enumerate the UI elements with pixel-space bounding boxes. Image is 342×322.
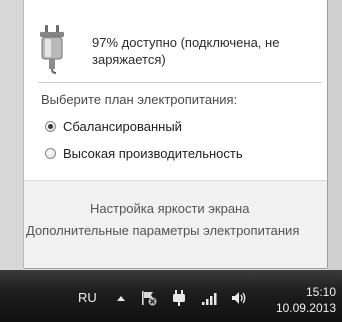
- battery-status-line-2: заряжается): [92, 52, 166, 67]
- language-indicator[interactable]: RU: [78, 290, 97, 305]
- battery-status-line-1: 97% доступно (подключена, не: [92, 35, 280, 50]
- clock-time: 15:10: [305, 285, 336, 299]
- divider: [38, 82, 322, 83]
- plan-option-label[interactable]: Сбалансированный: [63, 119, 182, 134]
- plan-option-balanced[interactable]: Сбалансированный: [45, 117, 182, 135]
- power-plug-icon[interactable]: [170, 289, 188, 307]
- show-hidden-icons-arrow-icon[interactable]: [114, 292, 128, 304]
- plan-option-label[interactable]: Высокая производительность: [63, 146, 243, 161]
- power-plan-heading: Выберите план электропитания:: [41, 92, 238, 107]
- clock-date: 10.09.2013: [275, 301, 336, 315]
- battery-status: 97% доступно (подключена, не заряжается): [24, 0, 327, 82]
- more-power-options-link[interactable]: Дополнительные параметры электропитания: [26, 223, 299, 238]
- flyout-links-area: Настройка яркости экрана Дополнительные …: [24, 180, 327, 268]
- battery-plug-icon: [40, 25, 64, 74]
- network-signal-icon[interactable]: [200, 289, 218, 307]
- taskbar-clock[interactable]: 15:10 10.09.2013: [272, 284, 336, 316]
- taskbar: RU 15:10 10.09.2013: [0, 270, 342, 322]
- desktop-background-left: [0, 0, 24, 270]
- desktop-background-right: [327, 0, 342, 270]
- battery-status-text: 97% доступно (подключена, не заряжается): [92, 34, 320, 68]
- radio-button-selected[interactable]: [45, 120, 56, 132]
- power-flyout: 97% доступно (подключена, не заряжается)…: [24, 0, 327, 268]
- speaker-volume-icon[interactable]: [230, 289, 248, 307]
- action-center-flag-icon[interactable]: [140, 289, 158, 307]
- plan-option-high-performance[interactable]: Высокая производительность: [45, 144, 243, 162]
- radio-button[interactable]: [45, 147, 56, 159]
- brightness-settings-link[interactable]: Настройка яркости экрана: [90, 201, 249, 216]
